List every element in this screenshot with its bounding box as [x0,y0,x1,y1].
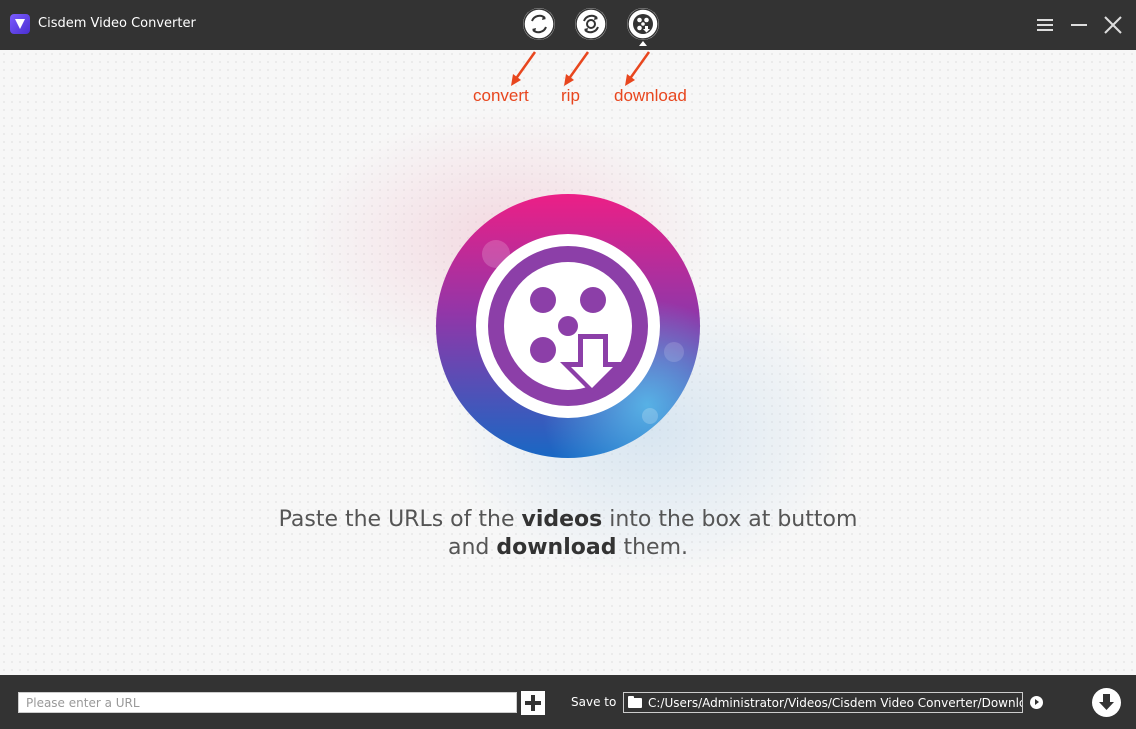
app-title: Cisdem Video Converter [38,16,196,31]
add-url-button[interactable] [521,691,545,715]
rip-annotation-label: rip [561,86,580,105]
rip-icon [575,8,607,40]
convert-arrow-annotation [511,51,537,86]
rip-arrow-annotation [564,51,590,86]
menu-icon[interactable] [1034,14,1056,36]
url-input[interactable] [18,692,517,713]
instruction-bold-download: download [496,535,617,560]
main-area: convert rip download Paste the URLs of t… [0,50,1136,675]
save-to-label: Save to [571,695,617,709]
video-download-icon [436,194,700,458]
minimize-icon[interactable] [1068,14,1090,36]
download-mode-button[interactable] [627,8,659,46]
download-arrow-annotation [625,51,651,86]
instruction-text: and [447,535,497,560]
save-path-text: C:/Users/Administrator/Videos/Cisdem Vid… [648,696,1023,710]
convert-mode-button[interactable] [523,8,555,40]
rip-mode-button[interactable] [575,8,607,40]
open-folder-arrow-icon[interactable] [1030,696,1043,709]
download-arrow-icon [1099,694,1114,710]
download-annotation-label: download [614,86,687,105]
instruction-line-1: Paste the URLs of the videos into the bo… [168,506,968,534]
convert-annotation-label: convert [473,86,529,105]
save-path-field[interactable]: C:/Users/Administrator/Videos/Cisdem Vid… [623,692,1023,713]
title-bar: Cisdem Video Converter [0,0,1136,50]
cisdem-logo-icon [10,14,30,34]
instruction-line-2: and download them. [168,534,968,562]
instruction-message: Paste the URLs of the videos into the bo… [168,506,968,562]
folder-icon [628,696,642,708]
instruction-bold-videos: videos [521,507,603,532]
instruction-text: them. [616,535,689,560]
bottom-bar: Save to C:/Users/Administrator/Videos/Ci… [0,675,1136,729]
convert-icon [523,8,555,40]
instruction-text: into the box at buttom [602,507,858,532]
download-button[interactable] [1092,688,1121,717]
close-icon[interactable] [1102,14,1124,36]
instruction-text: Paste the URLs of the [278,507,522,532]
download-icon [627,8,659,40]
